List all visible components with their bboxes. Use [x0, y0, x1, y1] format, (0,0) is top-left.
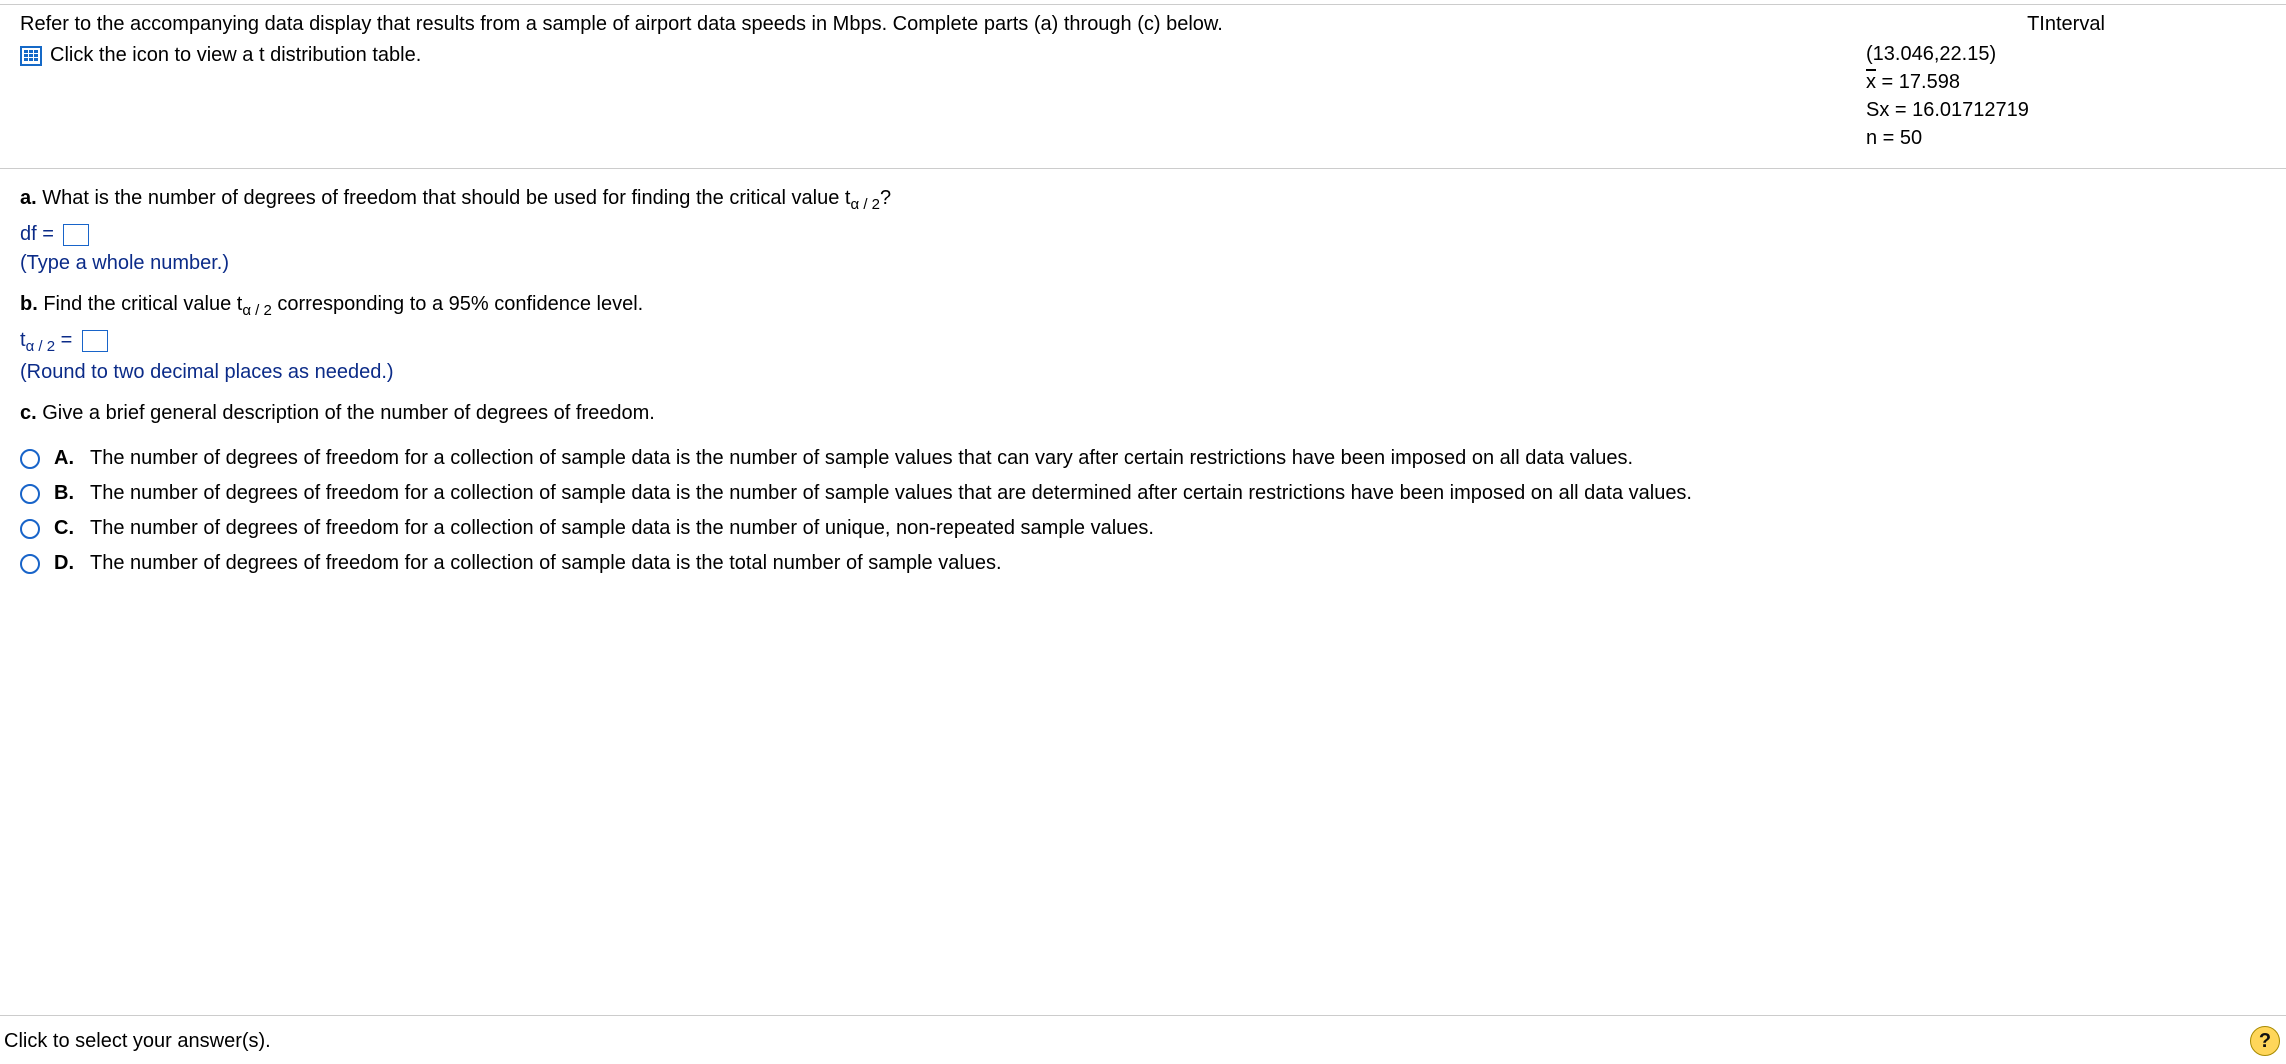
part-b-label: b. [20, 293, 38, 315]
option-text: The number of degrees of freedom for a c… [90, 517, 2266, 540]
option-d[interactable]: D. The number of degrees of freedom for … [20, 552, 2266, 575]
option-letter: A. [54, 447, 76, 470]
part-a-sub: α / 2 [850, 196, 880, 213]
part-a-hint: (Type a whole number.) [20, 252, 2266, 275]
radio-icon[interactable] [20, 519, 40, 539]
radio-icon[interactable] [20, 554, 40, 574]
view-table-link[interactable]: Click the icon to view a t distribution … [50, 44, 421, 67]
option-b[interactable]: B. The number of degrees of freedom for … [20, 482, 2266, 505]
part-a-label: a. [20, 187, 37, 209]
radio-icon[interactable] [20, 484, 40, 504]
question-header: Refer to the accompanying data display t… [0, 5, 2286, 152]
part-b-hint: (Round to two decimal places as needed.) [20, 361, 2266, 384]
df-input[interactable] [63, 224, 89, 246]
part-c-text: Give a brief general description of the … [37, 402, 655, 424]
option-text: The number of degrees of freedom for a c… [90, 447, 2266, 470]
option-text: The number of degrees of freedom for a c… [90, 482, 2266, 505]
table-icon[interactable] [20, 46, 42, 66]
part-b: b. Find the critical value tα / 2 corres… [20, 293, 2266, 319]
tinterval-title: TInterval [1866, 13, 2266, 36]
option-letter: B. [54, 482, 76, 505]
part-c-label: c. [20, 402, 37, 424]
part-a-text-pre: What is the number of degrees of freedom… [37, 187, 851, 209]
tinterval-n: n = 50 [1866, 124, 2266, 152]
option-c[interactable]: C. The number of degrees of freedom for … [20, 517, 2266, 540]
footer-prompt: Click to select your answer(s). [4, 1030, 271, 1053]
footer-bar: Click to select your answer(s). ? [0, 1015, 2286, 1064]
tinterval-ci: (13.046,22.15) [1866, 40, 2266, 68]
part-a-text-post: ? [880, 187, 891, 209]
question-intro: Refer to the accompanying data display t… [20, 13, 1846, 36]
df-label: df = [20, 223, 54, 245]
part-b-sub: α / 2 [242, 302, 272, 319]
help-icon[interactable]: ? [2250, 1026, 2280, 1056]
talpha-input[interactable] [82, 330, 108, 352]
part-c: c. Give a brief general description of t… [20, 402, 2266, 425]
radio-icon[interactable] [20, 449, 40, 469]
tinterval-display: TInterval (13.046,22.15) x = 17.598 Sx =… [1846, 13, 2266, 152]
option-letter: C. [54, 517, 76, 540]
part-b-text-post: corresponding to a 95% confidence level. [272, 293, 643, 315]
tinterval-xbar: x = 17.598 [1866, 68, 2266, 96]
talpha-label: tα / 2 = [20, 329, 72, 351]
part-b-text-pre: Find the critical value t [38, 293, 243, 315]
options-list: A. The number of degrees of freedom for … [20, 447, 2266, 575]
option-a[interactable]: A. The number of degrees of freedom for … [20, 447, 2266, 470]
part-a: a. What is the number of degrees of free… [20, 187, 2266, 213]
tinterval-sx: Sx = 16.01712719 [1866, 96, 2266, 124]
option-letter: D. [54, 552, 76, 575]
option-text: The number of degrees of freedom for a c… [90, 552, 2266, 575]
